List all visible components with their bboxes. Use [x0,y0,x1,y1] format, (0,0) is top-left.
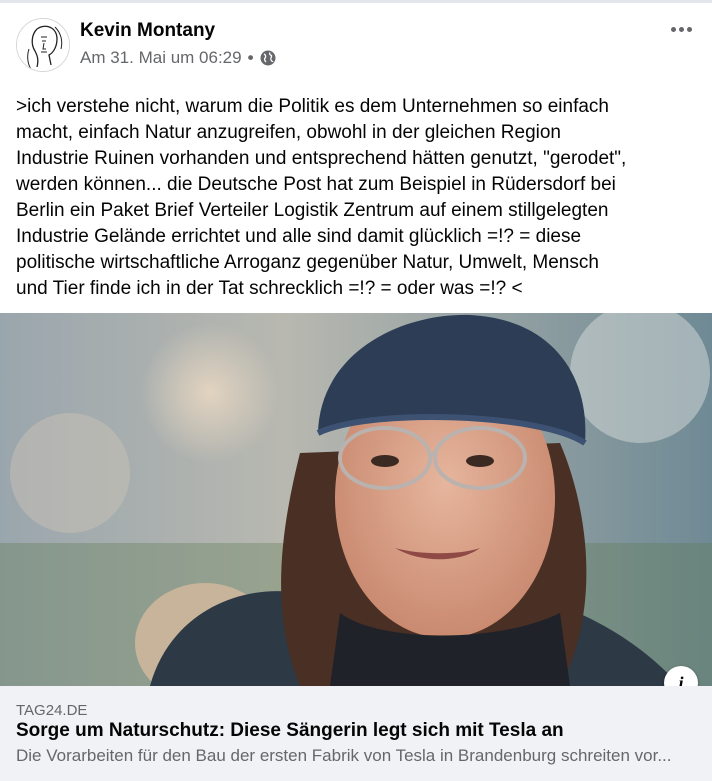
author-name[interactable]: Kevin Montany [80,20,215,42]
link-preview-image[interactable] [0,313,712,686]
link-headline[interactable]: Sorge um Naturschutz: Diese Sängerin leg… [16,720,564,742]
avatar-sketch-icon [17,19,69,71]
link-domain: TAG24.DE [16,702,88,719]
post-timestamp[interactable]: Am 31. Mai um 06:29 [80,48,242,68]
portrait-photo [0,313,712,686]
post-text: >ich verstehe nicht, warum die Politik e… [16,96,627,299]
more-options-icon[interactable] [666,20,696,38]
post-meta: Am 31. Mai um 06:29 • [80,48,276,68]
top-divider [0,0,712,3]
avatar[interactable] [16,18,70,72]
link-description: Die Vorarbeiten für den Bau der ersten F… [16,746,672,765]
globe-icon[interactable] [260,50,276,66]
meta-separator: • [247,48,254,67]
